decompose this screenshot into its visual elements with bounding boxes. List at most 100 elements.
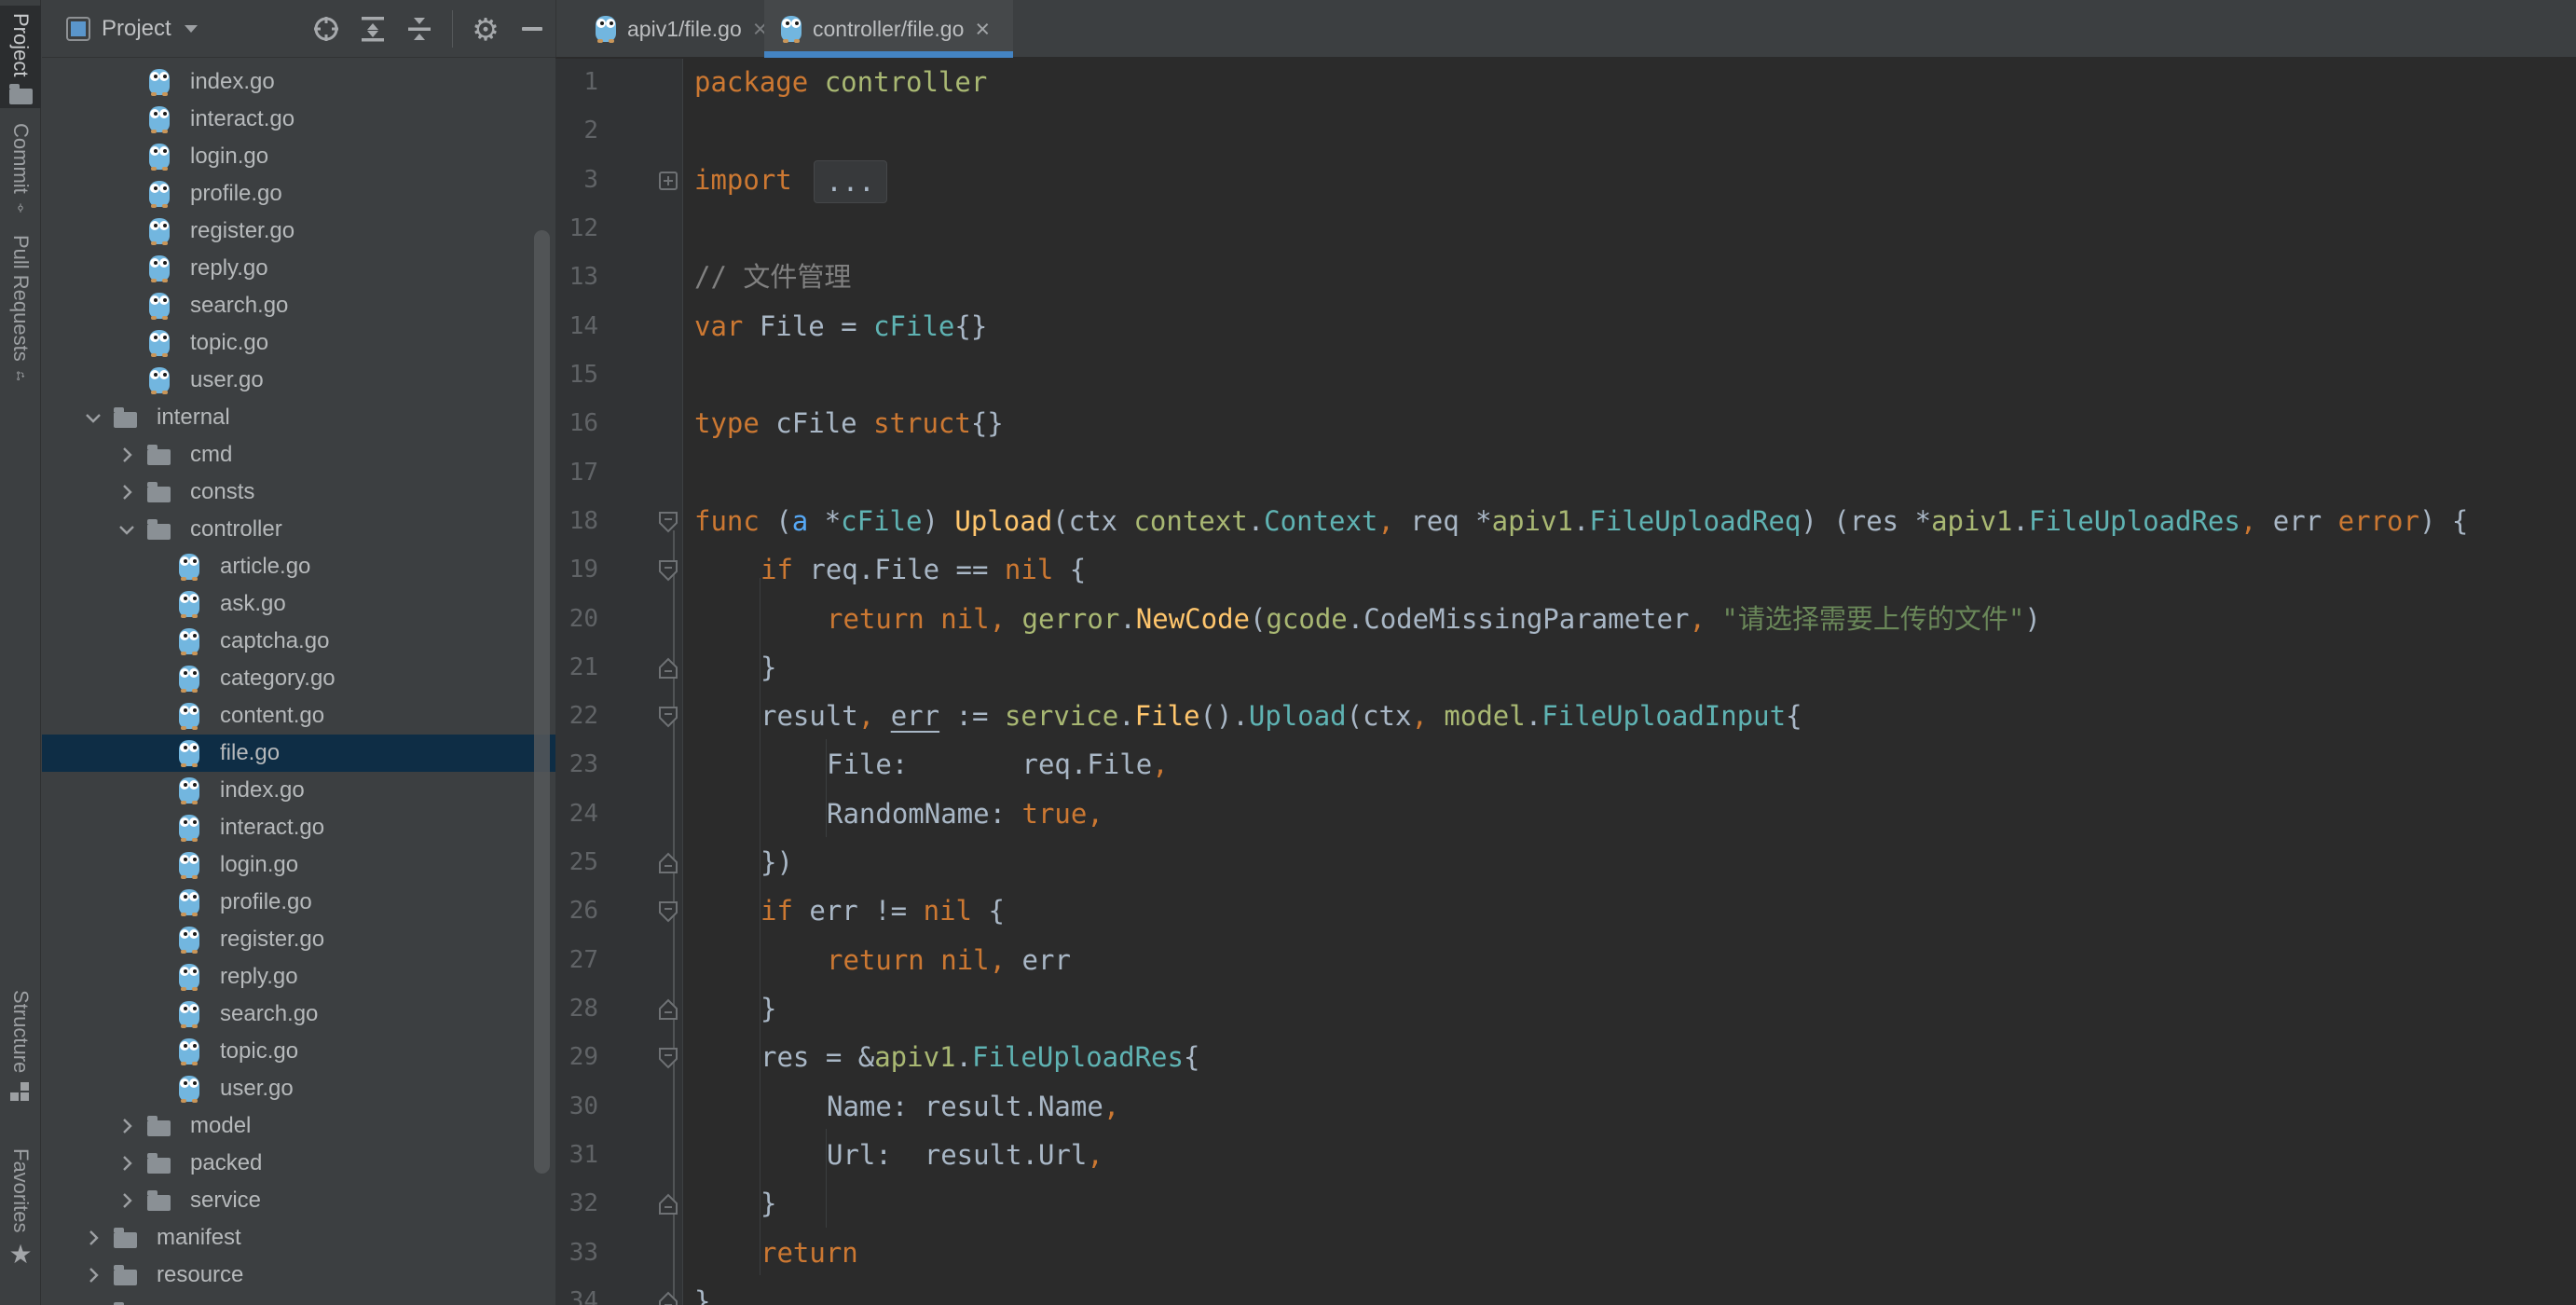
line-number[interactable]: 20 (555, 595, 598, 644)
code-line-22[interactable]: result, err := service.File().Upload(ctx… (760, 692, 1802, 741)
code-line-16[interactable]: type cFile struct{} (694, 399, 1004, 448)
stripe-item-favorites[interactable]: Favorites★ (0, 1148, 41, 1288)
line-number[interactable]: 32 (555, 1179, 598, 1229)
fold-close-icon[interactable] (656, 1290, 680, 1305)
code-line-29[interactable]: res = &apiv1.FileUploadRes{ (760, 1033, 1199, 1082)
tree-item-manifest[interactable]: manifest (42, 1219, 555, 1257)
editor-body[interactable]: 123 12131415161718 19 2021 22 232425 26 … (555, 59, 2576, 1305)
line-number[interactable]: 24 (555, 790, 598, 839)
code-line-20[interactable]: return nil, gerror.NewCode(gcode.CodeMis… (827, 595, 2041, 644)
stripe-item-commit[interactable]: Commit (0, 123, 41, 213)
stripe-item-structure[interactable]: Structure (0, 990, 41, 1120)
code-line-26[interactable]: if err != nil { (760, 886, 1005, 936)
code-line-32[interactable]: } (760, 1179, 776, 1229)
tree-item-login-go[interactable]: login.go (42, 138, 555, 175)
line-number[interactable]: 27 (555, 936, 598, 985)
code-line-24[interactable]: RandomName: true, (827, 790, 1103, 839)
tree-item-user-go[interactable]: user.go (42, 1070, 555, 1107)
fold-close-icon[interactable] (656, 656, 680, 680)
chevron-collapsed-icon[interactable] (116, 1152, 138, 1174)
tree-item-ask-go[interactable]: ask.go (42, 585, 555, 623)
line-number[interactable]: 3 (555, 156, 598, 205)
code-line-27[interactable]: return nil, err (827, 936, 1071, 985)
tree-item-search-go[interactable]: search.go (42, 996, 555, 1033)
tree-item-internal[interactable]: internal (42, 399, 555, 436)
line-number[interactable]: 29 (555, 1033, 598, 1082)
tree-item-model[interactable]: model (42, 1107, 555, 1145)
fold-open-icon[interactable] (656, 900, 680, 924)
code-line-25[interactable]: }) (760, 838, 793, 887)
tree-item-controller[interactable]: controller (42, 511, 555, 548)
fold-plus-icon[interactable] (656, 169, 680, 193)
line-number[interactable]: 17 (555, 448, 598, 498)
tree-item-cmd[interactable]: cmd (42, 436, 555, 474)
tree-item-interact-go[interactable]: interact.go (42, 101, 555, 138)
line-number[interactable]: 33 (555, 1229, 598, 1278)
tree-scrollbar[interactable] (534, 230, 550, 1174)
code-line-30[interactable]: Name: result.Name, (827, 1082, 1119, 1132)
line-number[interactable]: 15 (555, 350, 598, 400)
tree-item-index-go[interactable]: index.go (42, 772, 555, 809)
line-number[interactable]: 31 (555, 1131, 598, 1180)
tree-item-topic-go[interactable]: topic.go (42, 324, 555, 362)
line-number[interactable]: 34 (555, 1277, 598, 1305)
chevron-collapsed-icon[interactable] (82, 1264, 104, 1286)
code-line-28[interactable]: } (760, 984, 776, 1034)
tree-item-clipped[interactable] (42, 1294, 555, 1305)
chevron-collapsed-icon[interactable] (82, 1301, 104, 1305)
tree-item-login-go[interactable]: login.go (42, 846, 555, 884)
line-number[interactable]: 16 (555, 399, 598, 448)
code-line-14[interactable]: var File = cFile{} (694, 302, 987, 351)
tree-item-interact-go[interactable]: interact.go (42, 809, 555, 846)
fold-open-icon[interactable] (656, 558, 680, 583)
line-number[interactable]: 28 (555, 984, 598, 1034)
expand-all-icon[interactable] (357, 13, 389, 45)
chevron-expanded-icon[interactable] (82, 406, 104, 429)
chevron-collapsed-icon[interactable] (116, 481, 138, 503)
line-number[interactable]: 13 (555, 253, 598, 302)
line-number[interactable]: 1 (555, 59, 598, 107)
locate-icon[interactable] (310, 13, 342, 45)
fold-close-icon[interactable] (656, 1192, 680, 1216)
tree-item-category-go[interactable]: category.go (42, 660, 555, 697)
code-line-23[interactable]: File: req.File, (827, 740, 1169, 790)
tree-item-captcha-go[interactable]: captcha.go (42, 623, 555, 660)
fold-open-icon[interactable] (656, 1046, 680, 1070)
editor-tab-controller-file-go[interactable]: controller/file.go× (764, 0, 1013, 58)
tree-item-index-go[interactable]: index.go (42, 63, 555, 101)
line-number[interactable]: 26 (555, 886, 598, 936)
tree-item-content-go[interactable]: content.go (42, 697, 555, 735)
line-number[interactable]: 25 (555, 838, 598, 887)
tree-item-article-go[interactable]: article.go (42, 548, 555, 585)
settings-icon[interactable]: ⚙ (470, 13, 501, 45)
tree-item-profile-go[interactable]: profile.go (42, 884, 555, 921)
fold-close-icon[interactable] (656, 851, 680, 875)
line-number[interactable]: 23 (555, 740, 598, 790)
chevron-collapsed-icon[interactable] (82, 1227, 104, 1249)
tree-item-service[interactable]: service (42, 1182, 555, 1219)
line-number[interactable]: 22 (555, 692, 598, 741)
tree-item-topic-go[interactable]: topic.go (42, 1033, 555, 1070)
tree-item-reply-go[interactable]: reply.go (42, 958, 555, 996)
line-number[interactable]: 30 (555, 1082, 598, 1132)
hide-icon[interactable] (516, 13, 548, 45)
tree-item-user-go[interactable]: user.go (42, 362, 555, 399)
stripe-item-pull-requests[interactable]: Pull Requests (0, 235, 41, 380)
code-line-1[interactable]: package controller (694, 59, 987, 107)
tree-item-consts[interactable]: consts (42, 474, 555, 511)
line-number[interactable]: 18 (555, 497, 598, 546)
code-line-3[interactable]: import ... (694, 156, 887, 205)
chevron-collapsed-icon[interactable] (116, 1189, 138, 1212)
stripe-item-project[interactable]: Project (0, 6, 41, 108)
tree-item-register-go[interactable]: register.go (42, 921, 555, 958)
chevron-down-icon[interactable] (185, 25, 198, 33)
tree-item-profile-go[interactable]: profile.go (42, 175, 555, 213)
line-number[interactable]: 14 (555, 302, 598, 351)
code-line-19[interactable]: if req.File == nil { (760, 545, 1086, 595)
collapse-all-icon[interactable] (404, 13, 435, 45)
line-number[interactable]: 12 (555, 204, 598, 254)
folded-import-region[interactable]: ... (814, 160, 886, 203)
tree-item-search-go[interactable]: search.go (42, 287, 555, 324)
fold-open-icon[interactable] (656, 510, 680, 534)
tree-item-file-go[interactable]: file.go (42, 735, 555, 772)
